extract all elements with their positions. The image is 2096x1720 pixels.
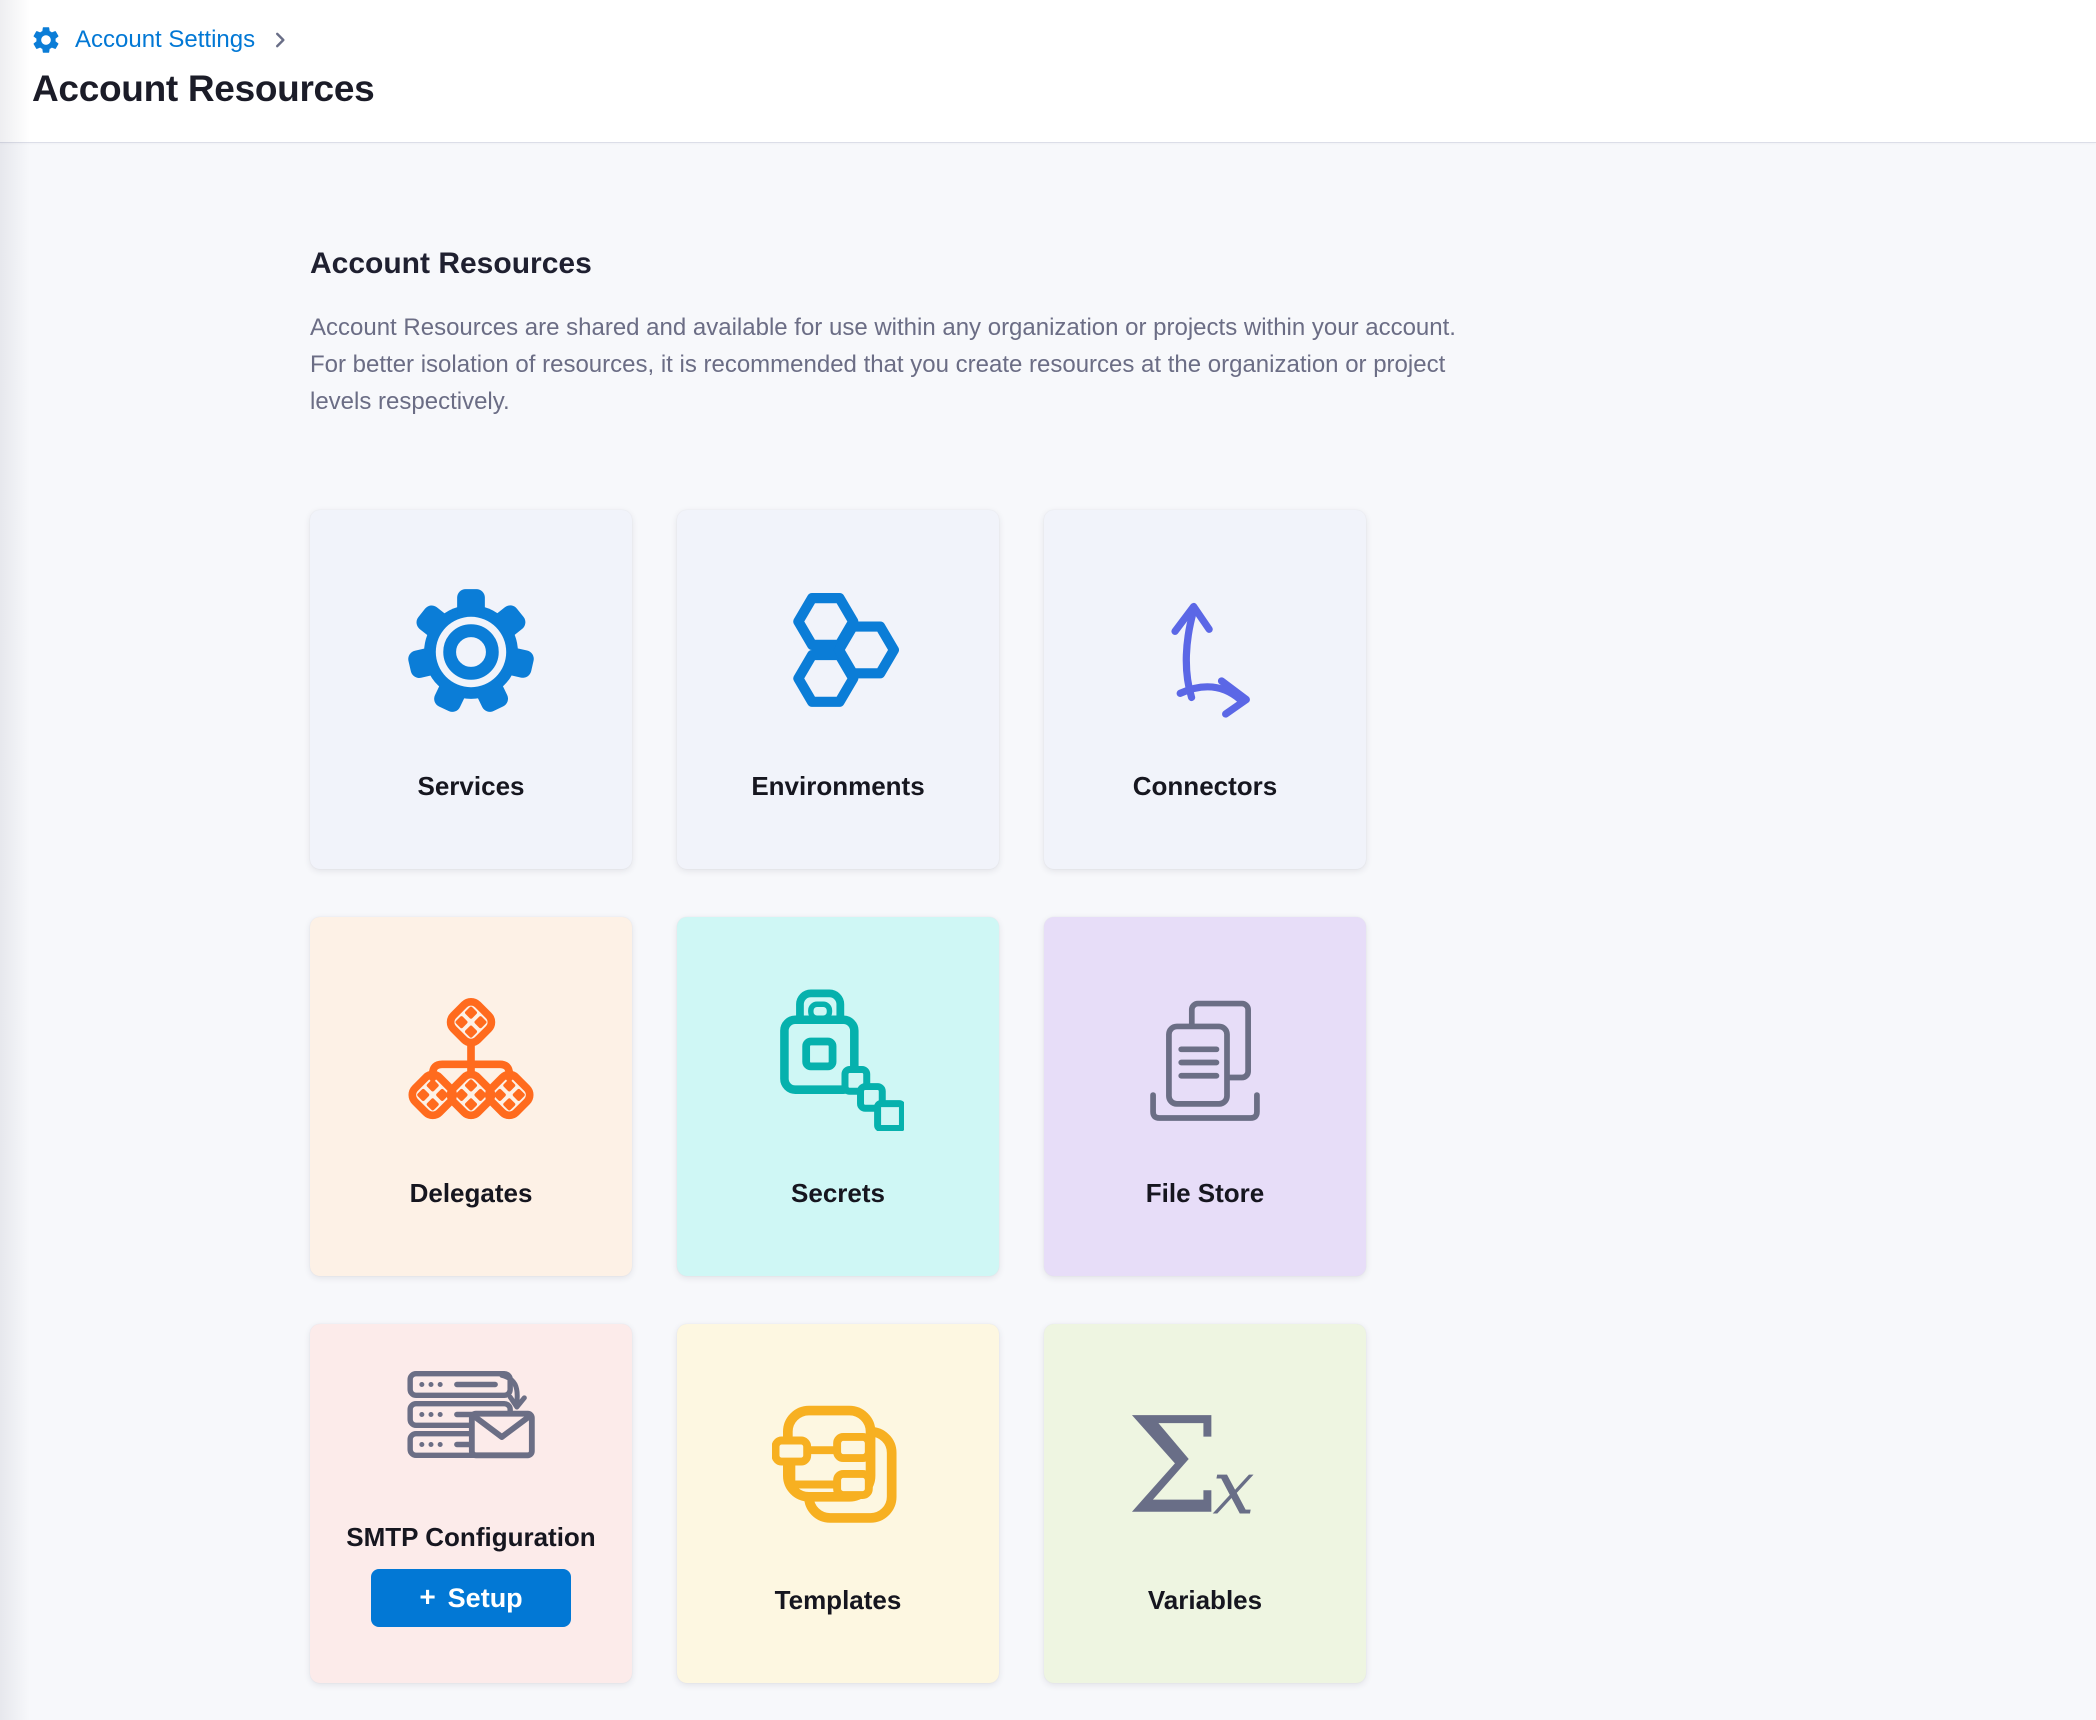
card-label: SMTP Configuration: [346, 1522, 595, 1553]
card-label: Services: [418, 771, 525, 802]
card-label: Secrets: [791, 1178, 885, 1209]
description-line: For better isolation of resources, it is…: [310, 346, 1770, 383]
chevron-right-icon: [270, 30, 290, 50]
main-content: Account Resources Account Resources are …: [0, 143, 2096, 1683]
svg-text:x: x: [1212, 1445, 1254, 1532]
card-file-store[interactable]: File Store: [1044, 917, 1366, 1276]
arrows-icon: [1143, 577, 1267, 727]
setup-button-label: Setup: [448, 1583, 523, 1614]
section-description: Account Resources are shared and availab…: [310, 309, 1770, 420]
documents-tray-icon: [1139, 984, 1271, 1134]
page-title: Account Resources: [32, 68, 2096, 110]
description-line: levels respectively.: [310, 383, 1770, 420]
setup-button[interactable]: + Setup: [371, 1569, 571, 1627]
breadcrumb-label[interactable]: Account Settings: [75, 28, 255, 52]
hexagons-icon: [777, 577, 899, 727]
card-label: Connectors: [1133, 771, 1277, 802]
page-header: Account Settings Account Resources: [0, 0, 2096, 143]
breadcrumb-account-settings-link[interactable]: Account Settings: [30, 24, 255, 56]
card-connectors[interactable]: Connectors: [1044, 510, 1366, 869]
card-label: Variables: [1148, 1585, 1262, 1616]
card-services[interactable]: Services: [310, 510, 632, 869]
description-line: Account Resources are shared and availab…: [310, 309, 1770, 346]
card-variables[interactable]: Σ x Variables: [1044, 1324, 1366, 1683]
delegates-tree-icon: [404, 984, 538, 1134]
card-label: Environments: [751, 771, 924, 802]
card-secrets[interactable]: Secrets: [677, 917, 999, 1276]
card-smtp-configuration[interactable]: SMTP Configuration + Setup: [310, 1324, 632, 1683]
card-delegates[interactable]: Delegates: [310, 917, 632, 1276]
gear-icon: [407, 577, 535, 727]
card-label: Templates: [775, 1585, 902, 1616]
section-heading: Account Resources: [310, 247, 2096, 281]
svg-text:Σ: Σ: [1127, 1396, 1221, 1536]
gear-icon: [30, 24, 62, 56]
card-label: File Store: [1146, 1178, 1264, 1209]
card-environments[interactable]: Environments: [677, 510, 999, 869]
card-label: Delegates: [410, 1178, 533, 1209]
stacked-templates-icon: [772, 1391, 904, 1541]
breadcrumb: Account Settings: [30, 22, 2096, 58]
sigma-x-icon: Σ x: [1121, 1391, 1289, 1541]
mail-server-icon: [400, 1368, 542, 1490]
resource-card-grid: Services Environments: [310, 510, 2096, 1683]
plus-icon: +: [419, 1583, 435, 1611]
card-templates[interactable]: Templates: [677, 1324, 999, 1683]
lock-chain-icon: [772, 984, 904, 1134]
